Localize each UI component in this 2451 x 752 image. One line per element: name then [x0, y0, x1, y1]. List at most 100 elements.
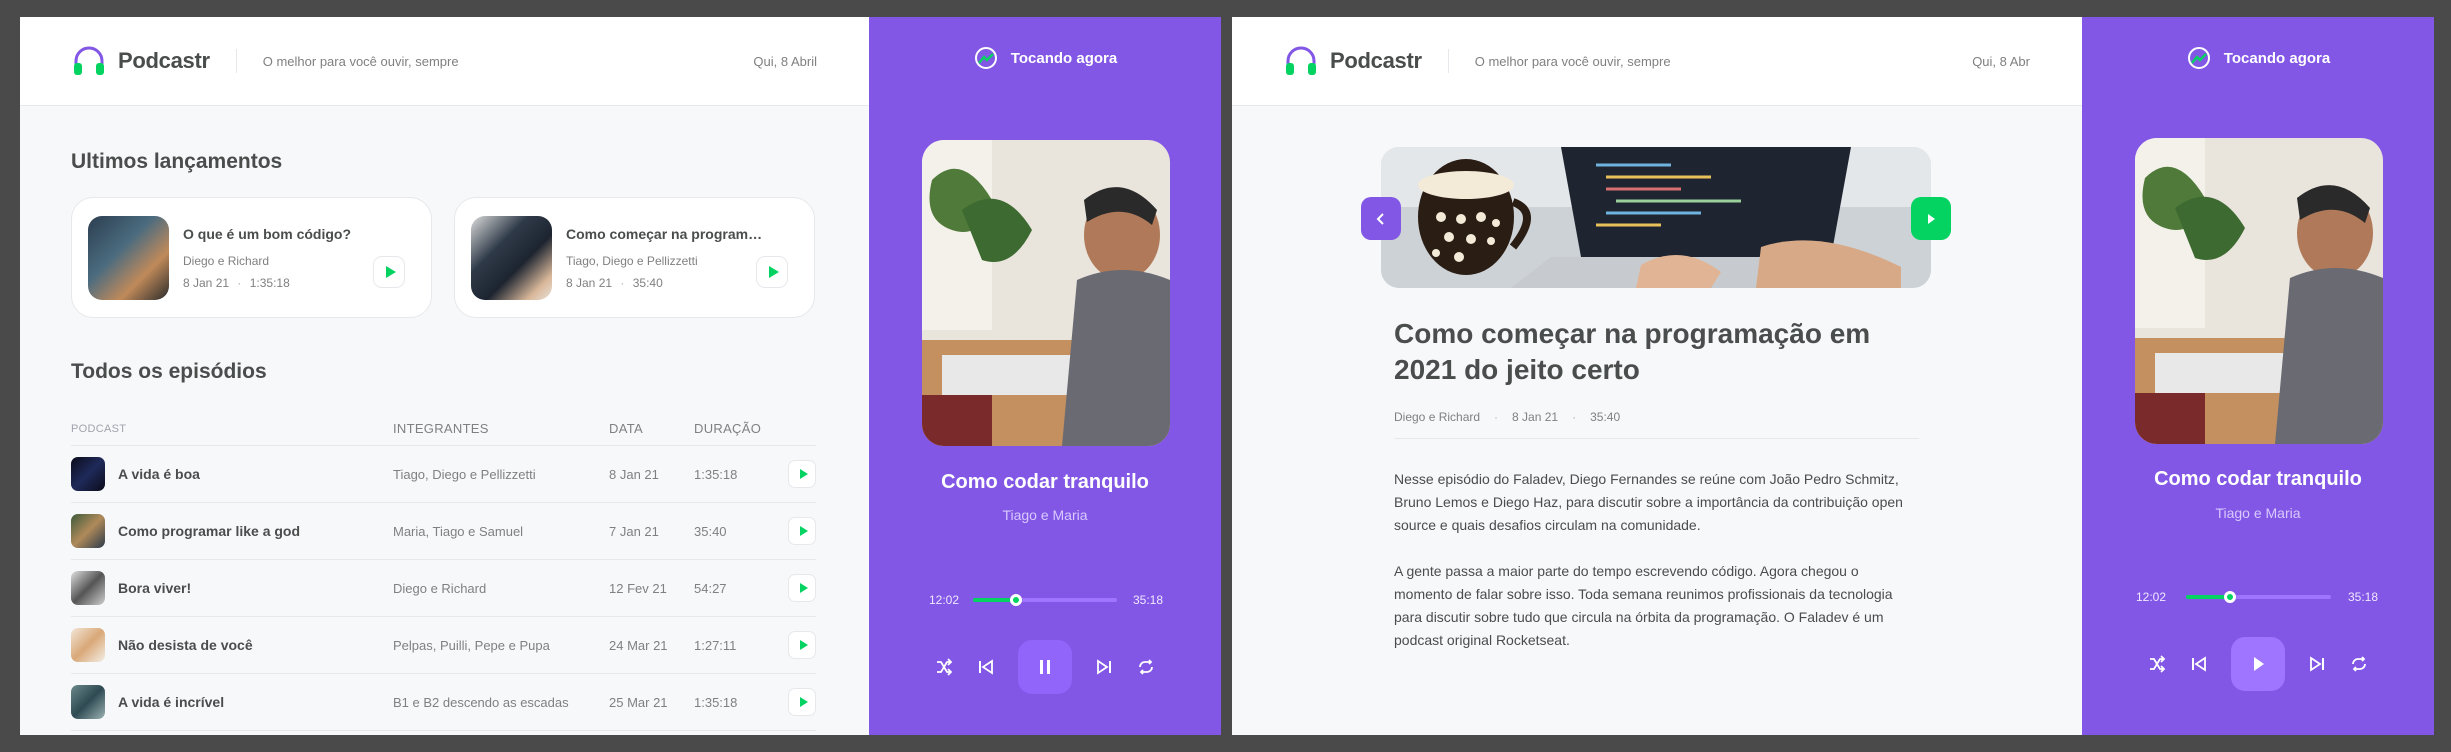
current-time: 12:02 — [929, 593, 960, 607]
episode-thumbnail — [88, 215, 169, 300]
playing-now-icon — [974, 47, 997, 69]
play-button[interactable] — [788, 631, 816, 659]
play-icon — [799, 697, 808, 707]
header: Podcastr O melhor para você ouvir, sempr… — [20, 17, 869, 106]
repeat-button[interactable] — [2349, 654, 2369, 674]
app-name: Podcastr — [1330, 48, 1422, 73]
episode-title: Como começar na programação em 2021 do j… — [1394, 318, 1871, 385]
episode-title[interactable]: A vida é boa — [118, 466, 200, 482]
all-episodes-title: Todos os episódios — [71, 360, 267, 383]
player-episode-title: Como codar tranquilo — [2154, 468, 2362, 490]
play-icon — [799, 526, 808, 536]
previous-button[interactable] — [2189, 654, 2209, 674]
episode-banner — [1381, 147, 1931, 288]
player-controls — [2082, 637, 2434, 691]
column-header-date: Data — [609, 421, 643, 436]
repeat-icon — [1139, 659, 1153, 675]
play-icon — [799, 469, 808, 479]
table-row[interactable]: Não desista de você Pelpas, Puilli, Pepe… — [71, 617, 816, 674]
episode-duration: 35:40 — [632, 275, 663, 290]
logo[interactable]: Podcastr — [1284, 44, 1422, 78]
total-time: 35:18 — [2347, 590, 2378, 604]
separator — [1394, 438, 1919, 439]
pause-button[interactable] — [1018, 640, 1072, 694]
table-row[interactable] — [71, 731, 816, 735]
next-button[interactable] — [2307, 654, 2327, 674]
shuffle-button[interactable] — [934, 657, 954, 677]
table-row[interactable]: A vida é boa Tiago, Diego e Pellizzetti … — [71, 446, 816, 503]
episode-thumbnail — [71, 628, 105, 662]
player-episode-title: Como codar tranquilo — [941, 471, 1149, 493]
episode-title[interactable]: O que é um bom código? — [183, 226, 383, 242]
shuffle-button[interactable] — [2147, 654, 2167, 674]
column-header-duration: Duração — [694, 421, 762, 436]
player-panel: Tocando agora Como codar tranquilo Tiago… — [2082, 17, 2434, 735]
play-button[interactable] — [788, 688, 816, 716]
episode-meta: Diego e Richard · 8 Jan 21 · 35:40 — [1394, 410, 1621, 424]
latest-card[interactable]: O que é um bom código? Diego e Richard 8… — [71, 197, 432, 318]
episode-thumbnail — [71, 514, 105, 548]
progress-slider[interactable] — [973, 594, 1117, 606]
playing-now-icon — [2187, 47, 2210, 69]
table-row[interactable]: Como programar like a god Maria, Tiago e… — [71, 503, 816, 560]
logo[interactable]: Podcastr — [72, 44, 210, 78]
episode-members: Diego e Richard — [393, 580, 487, 596]
progress-handle[interactable] — [2223, 591, 2236, 603]
episode-thumbnail — [471, 215, 552, 300]
table-row[interactable]: Bora viver! Diego e Richard 12 Fev 21 54… — [71, 560, 816, 617]
description-paragraph: A gente passa a maior parte do tempo esc… — [1394, 563, 1893, 648]
episode-duration: 1:35:18 — [694, 694, 738, 710]
previous-button[interactable] — [976, 657, 996, 677]
progress-handle[interactable] — [1010, 594, 1023, 606]
episode-members: B1 e B2 descendo as escadas — [393, 694, 569, 710]
play-button[interactable] — [788, 460, 816, 488]
album-cover — [922, 140, 1170, 446]
play-button[interactable] — [788, 517, 816, 545]
repeat-button[interactable] — [1136, 657, 1156, 677]
episode-title[interactable]: A vida é incrível — [118, 694, 224, 710]
shuffle-icon — [937, 658, 953, 676]
skip-forward-icon — [2310, 656, 2324, 672]
episode-title[interactable]: Bora viver! — [118, 580, 191, 596]
play-icon — [799, 640, 808, 650]
play-episode-button[interactable] — [1911, 197, 1951, 240]
latest-card[interactable]: Como começar na programação em 2021 do j… — [454, 197, 815, 318]
play-icon — [799, 583, 808, 593]
player-controls — [869, 640, 1221, 694]
description-paragraph: Nesse episódio do Faladev, Diego Fernand… — [1394, 471, 1903, 533]
episodes-table: Podcast Integrantes Data Duração A vida … — [71, 412, 816, 735]
table-row[interactable]: A vida é incrível B1 e B2 descendo as es… — [71, 674, 816, 731]
episode-title[interactable]: Como programar like a god — [118, 523, 300, 539]
repeat-icon — [2352, 656, 2366, 672]
home-main: Podcastr O melhor para você ouvir, sempr… — [20, 17, 869, 735]
episode-title[interactable]: Não desista de você — [118, 637, 253, 653]
episode-meta: 8 Jan 21 · 1:35:18 — [183, 275, 290, 290]
episode-thumbnail — [71, 685, 105, 719]
episode-date: 12 Fev 21 — [609, 580, 667, 596]
episode-description: Nesse episódio do Faladev, Diego Fernand… — [1394, 468, 1919, 675]
skip-back-icon — [2192, 656, 2206, 672]
back-button[interactable] — [1361, 197, 1401, 240]
tagline: O melhor para você ouvir, sempre — [262, 53, 459, 69]
latest-releases-title: Ultimos lançamentos — [71, 150, 283, 173]
episode-main: Podcastr O melhor para você ouvir, sempr… — [1232, 17, 2082, 735]
episode-date: 8 Jan 21 — [1512, 410, 1559, 424]
progress-slider[interactable] — [2186, 591, 2331, 603]
play-button[interactable] — [788, 574, 816, 602]
player-panel: Tocando agora Como codar tranquilo Tiago… — [869, 17, 1221, 735]
play-button[interactable] — [2231, 637, 2285, 691]
episode-date: 25 Mar 21 — [609, 694, 668, 710]
episode-members: Diego e Richard — [1394, 410, 1481, 424]
episode-members: Tiago, Diego e Pellizzetti — [393, 466, 536, 482]
episode-title[interactable]: Como começar na programação em 2021 do j… — [566, 226, 766, 242]
header-divider — [235, 49, 237, 73]
next-button[interactable] — [1094, 657, 1114, 677]
latest-releases-list: O que é um bom código? Diego e Richard 8… — [71, 197, 815, 318]
playing-now-label: Tocando agora — [1010, 49, 1118, 67]
episode-duration: 54:27 — [694, 580, 727, 596]
episode-duration: 35:40 — [694, 523, 727, 539]
episode-members: Diego e Richard — [183, 253, 270, 268]
play-button[interactable] — [373, 256, 405, 288]
play-button[interactable] — [756, 256, 788, 288]
episode-thumbnail — [71, 571, 105, 605]
